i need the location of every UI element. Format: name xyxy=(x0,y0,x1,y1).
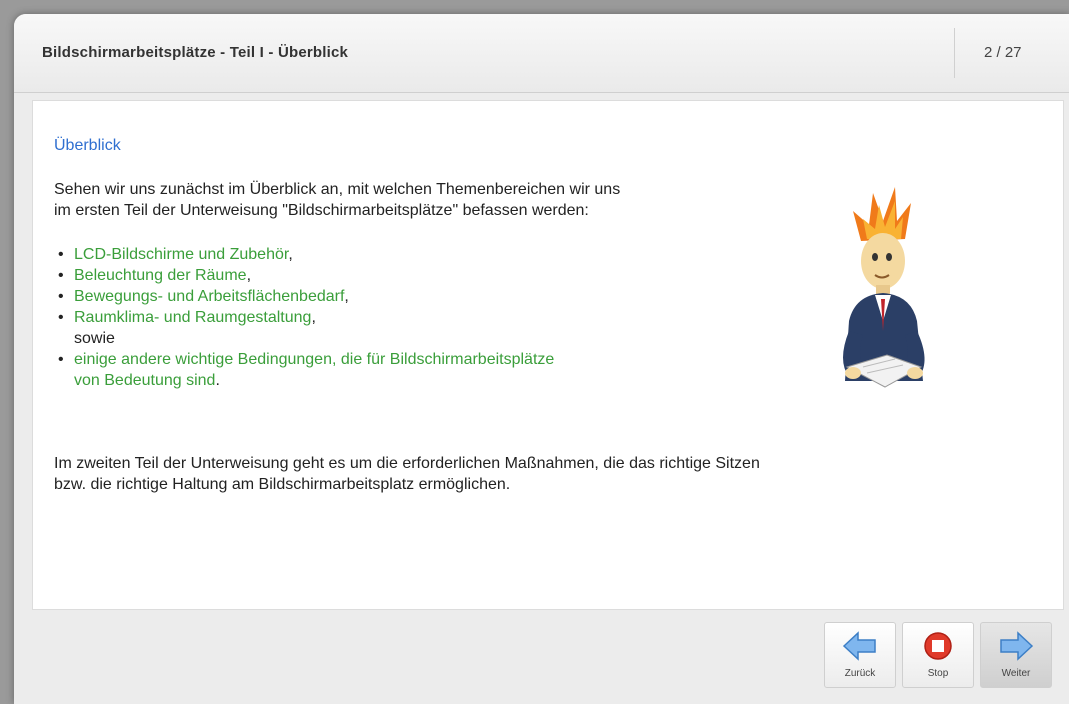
topic-suffix: , xyxy=(288,246,293,263)
stop-button-label: Stop xyxy=(927,668,949,679)
intro-text: Sehen wir uns zunächst im Überblick an, … xyxy=(54,179,754,221)
intro-line-2: im ersten Teil der Unterweisung "Bildsch… xyxy=(54,202,589,219)
arrow-right-icon xyxy=(1000,631,1034,661)
list-item: • einige andere wichtige Bedingungen, die… xyxy=(54,349,554,391)
page-title: Bildschirmarbeitsplätze - Teil I - Überb… xyxy=(42,44,349,61)
outro-line-1: Im zweiten Teil der Unterweisung geht es… xyxy=(54,455,760,472)
topic-text: Bewegungs- und Arbeitsflächenbedarf xyxy=(74,288,345,305)
next-button-label: Weiter xyxy=(1001,668,1031,679)
topic-text: LCD-Bildschirme und Zubehör xyxy=(74,246,289,263)
bullet-icon: • xyxy=(58,309,64,326)
page-counter: 2 / 27 xyxy=(984,44,1022,61)
bullet-icon: • xyxy=(58,267,64,284)
outro-line-2: bzw. die richtige Haltung am Bildschirma… xyxy=(54,476,511,493)
presenter-character-illustration xyxy=(843,187,925,388)
next-button[interactable]: Weiter xyxy=(980,622,1052,688)
topic-suffix: , xyxy=(311,309,316,326)
header-divider xyxy=(954,28,955,78)
back-button-label: Zurück xyxy=(844,668,876,679)
course-window: Bildschirmarbeitsplätze - Teil I - Überb… xyxy=(14,14,1069,704)
header-bar: Bildschirmarbeitsplätze - Teil I - Überb… xyxy=(14,14,1069,93)
content-panel: Überblick Sehen wir uns zunächst im Über… xyxy=(32,100,1064,610)
bullet-icon: • xyxy=(58,351,64,368)
bullet-icon: • xyxy=(58,246,64,263)
topic-text: Beleuchtung der Räume xyxy=(74,267,247,284)
topic-text-continued: von Bedeutung sind xyxy=(74,372,216,389)
navigation-footer: Zurück Stop Weiter xyxy=(32,610,1062,690)
back-button[interactable]: Zurück xyxy=(824,622,896,688)
list-item: • Bewegungs- und Arbeitsflächenbedarf, xyxy=(54,286,554,307)
stop-button[interactable]: Stop xyxy=(902,622,974,688)
section-title: Überblick xyxy=(54,137,121,154)
outro-text: Im zweiten Teil der Unterweisung geht es… xyxy=(54,453,954,495)
topic-text: Raumklima- und Raumgestaltung xyxy=(74,309,312,326)
list-item: • Beleuchtung der Räume, xyxy=(54,265,554,286)
topic-text: einige andere wichtige Bedingungen, die … xyxy=(74,351,555,368)
intro-line-1: Sehen wir uns zunächst im Überblick an, … xyxy=(54,181,621,198)
topic-list: • LCD-Bildschirme und Zubehör, • Beleuchtu… xyxy=(54,244,554,391)
list-item: • Raumklima- und Raumgestaltung, xyxy=(54,307,554,328)
arrow-left-icon xyxy=(842,631,876,661)
bullet-icon: • xyxy=(58,288,64,305)
stop-icon xyxy=(924,632,952,660)
connector-text: sowie xyxy=(74,330,115,347)
list-item: • LCD-Bildschirme und Zubehör, xyxy=(54,244,554,265)
topic-suffix: . xyxy=(215,372,220,389)
topic-suffix: , xyxy=(246,267,252,284)
topic-suffix: , xyxy=(344,288,349,305)
